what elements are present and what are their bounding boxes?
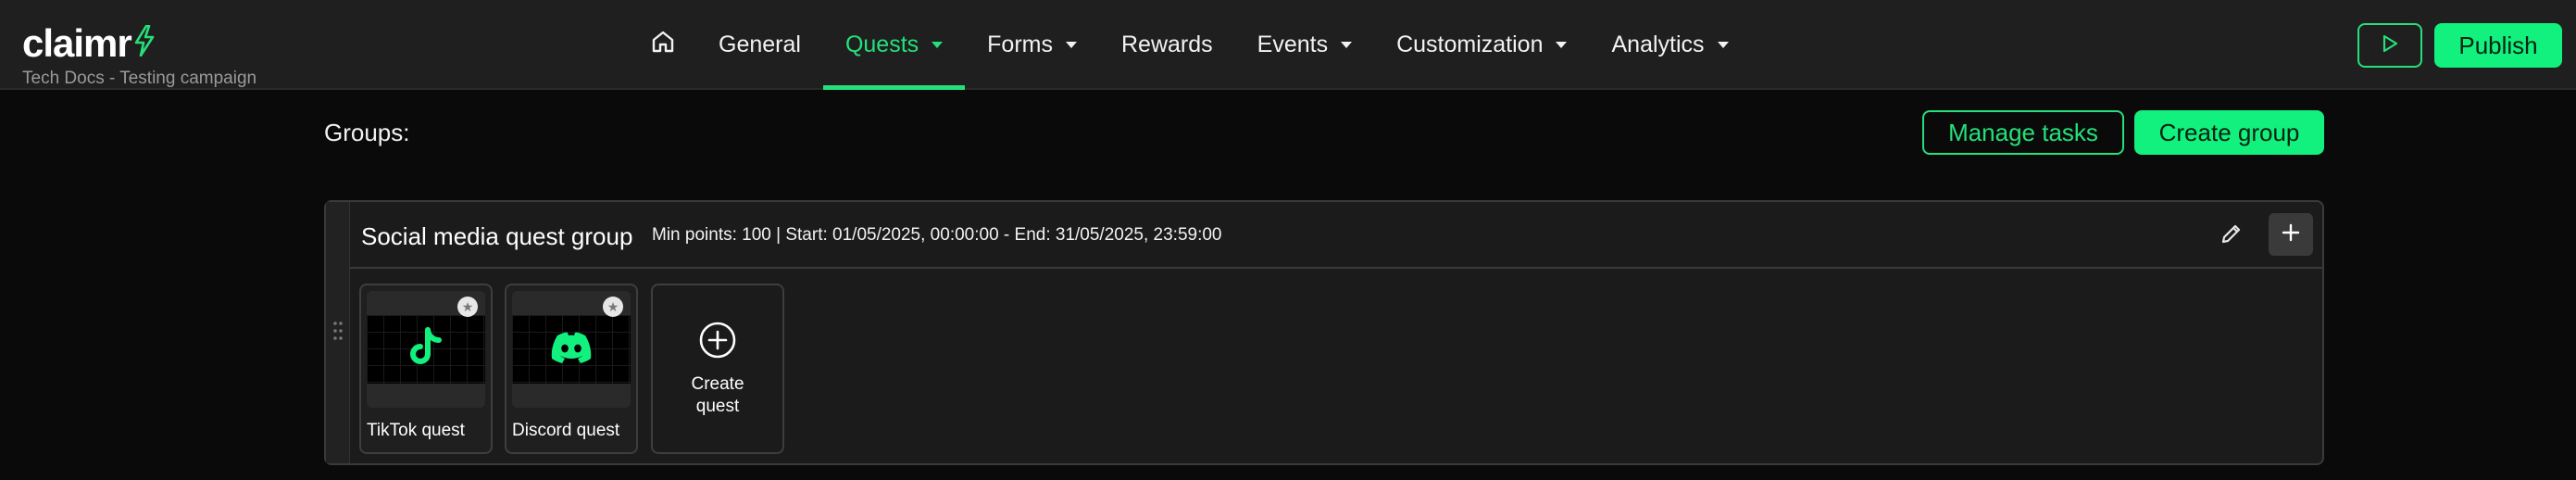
top-navigation-bar: claimr Tech Docs - Testing campaign Gene… — [0, 0, 2576, 90]
star-icon[interactable]: ★ — [603, 297, 623, 317]
nav-analytics[interactable]: Analytics — [1589, 0, 1750, 90]
groups-heading: Groups: — [324, 119, 410, 146]
quest-thumbnail: ★ — [512, 291, 631, 408]
campaign-name: Tech Docs - Testing campaign — [22, 69, 257, 88]
chevron-down-icon — [1717, 42, 1729, 48]
brand-logo: claimr — [22, 24, 156, 63]
lightning-icon — [133, 24, 156, 63]
create-group-button[interactable]: Create group — [2134, 110, 2324, 155]
plus-circle-icon — [698, 321, 737, 364]
quest-label: TikTok quest — [367, 421, 465, 440]
star-icon[interactable]: ★ — [457, 297, 478, 317]
nav-forms-label: Forms — [987, 32, 1053, 57]
edit-group-button[interactable] — [2217, 221, 2246, 250]
nav-customization-label: Customization — [1396, 32, 1544, 57]
brand[interactable]: claimr Tech Docs - Testing campaign — [22, 24, 256, 89]
nav-customization[interactable]: Customization — [1374, 0, 1589, 90]
plus-icon — [2281, 222, 2301, 247]
group-header: Social media quest group Min points: 100… — [350, 202, 2322, 269]
quest-label: Discord quest — [512, 421, 620, 440]
thumbnail-background — [512, 315, 631, 384]
nav-quests-label: Quests — [844, 32, 919, 57]
nav-general[interactable]: General — [696, 0, 823, 90]
publish-button[interactable]: Publish — [2434, 23, 2562, 68]
quest-group-card: Social media quest group Min points: 100… — [324, 200, 2324, 465]
nav-general-label: General — [719, 32, 801, 57]
drag-handle[interactable] — [326, 202, 350, 463]
nav-forms[interactable]: Forms — [965, 0, 1099, 90]
add-quest-button[interactable] — [2269, 213, 2313, 256]
home-icon — [650, 29, 676, 61]
main-nav: General Quests Forms Rewards Events Cust… — [630, 0, 1751, 90]
nav-analytics-label: Analytics — [1611, 32, 1705, 57]
thumbnail-background — [367, 315, 485, 384]
tiktok-icon — [406, 326, 446, 373]
create-quest-label: Create quest — [691, 373, 744, 416]
brand-name: claimr — [22, 21, 132, 65]
nav-events[interactable]: Events — [1235, 0, 1374, 90]
group-meta: Min points: 100 | Start: 01/05/2025, 00:… — [652, 225, 1222, 245]
play-icon — [2382, 34, 2398, 57]
nav-events-label: Events — [1257, 32, 1329, 57]
drag-handle-icon — [332, 321, 344, 346]
nav-rewards[interactable]: Rewards — [1099, 0, 1235, 90]
nav-home[interactable] — [630, 0, 696, 90]
chevron-down-icon — [1341, 42, 1353, 48]
group-title: Social media quest group — [361, 222, 633, 250]
pencil-icon — [2220, 221, 2244, 250]
chevron-down-icon — [1065, 42, 1077, 48]
chevron-down-icon — [1556, 42, 1568, 48]
nav-quests[interactable]: Quests — [822, 0, 966, 90]
quest-thumbnail: ★ — [367, 291, 485, 408]
quest-card-discord[interactable]: ★ Discord quest — [505, 284, 638, 454]
create-quest-button[interactable]: Create quest — [651, 284, 784, 454]
preview-button[interactable] — [2357, 23, 2422, 68]
quest-card-tiktok[interactable]: ★ TikTok quest — [359, 284, 493, 454]
manage-tasks-button[interactable]: Manage tasks — [1922, 110, 2124, 155]
nav-rewards-label: Rewards — [1120, 32, 1213, 57]
chevron-down-icon — [932, 42, 944, 48]
discord-icon — [549, 330, 594, 370]
